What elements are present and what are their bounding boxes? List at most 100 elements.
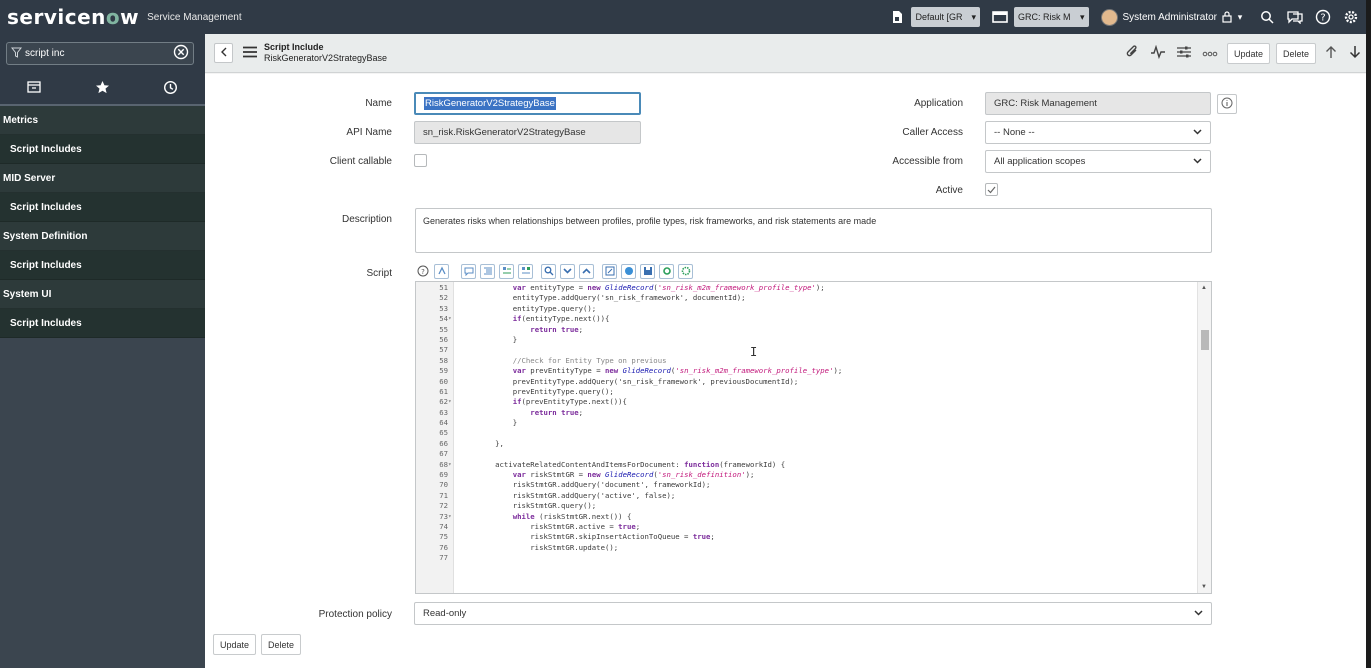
application-navigator: MetricsScript IncludesMID ServerScript I…: [0, 34, 205, 668]
line-number: 66: [439, 438, 448, 448]
clear-icon[interactable]: [173, 44, 189, 63]
tab-all-apps[interactable]: [19, 77, 49, 101]
code-lines: 51 var entityType = new GlideRecord('sn_…: [416, 283, 1198, 564]
back-button[interactable]: [214, 43, 233, 63]
name-label: Name: [365, 98, 392, 109]
fullscreen-icon[interactable]: [678, 263, 693, 279]
nav-module-script-includes[interactable]: Script Includes: [0, 135, 205, 164]
description-field[interactable]: Generates risks when relationships betwe…: [415, 208, 1212, 253]
code-line: 59 var prevEntityType = new GlideRecord(…: [416, 366, 1198, 376]
next-record-button[interactable]: [1346, 45, 1364, 63]
comment-icon[interactable]: [461, 263, 476, 279]
filter-input[interactable]: [25, 48, 173, 59]
tab-favorites[interactable]: [87, 77, 117, 101]
scroll-up-icon[interactable]: ▲: [1201, 285, 1207, 291]
navigator-filter[interactable]: [6, 42, 194, 65]
bottom-update-button[interactable]: Update: [213, 634, 257, 655]
gear-icon[interactable]: [1342, 8, 1360, 26]
nav-module-script-includes[interactable]: Script Includes: [0, 251, 205, 280]
code-text: var entityType = new GlideRecord('sn_ris…: [512, 283, 825, 292]
accessible-from-label: Accessible from: [892, 156, 963, 167]
line-number: 71: [439, 490, 448, 500]
user-name[interactable]: System Administrator: [1123, 12, 1217, 23]
personalize-form-button[interactable]: [1175, 45, 1193, 63]
save-icon[interactable]: [640, 263, 655, 279]
script-debugger-icon[interactable]: [602, 263, 617, 279]
scrollbar-thumb[interactable]: [1201, 330, 1209, 350]
script-settings-icon[interactable]: [659, 263, 674, 279]
application-picker[interactable]: GRC: Risk M ▾: [1013, 7, 1089, 27]
line-number: 69: [439, 470, 448, 480]
nav-module-script-includes[interactable]: Script Includes: [0, 309, 205, 338]
code-line: 56 }: [416, 335, 1198, 345]
attachment-icon: [1125, 45, 1139, 62]
nav-application[interactable]: System Definition: [0, 222, 205, 251]
line-number: 64: [439, 418, 448, 428]
tab-history[interactable]: [156, 77, 186, 101]
code-text: var prevEntityType = new GlideRecord('sn…: [512, 366, 843, 376]
code-line: 76 riskStmtGR.update();: [416, 543, 1198, 553]
chevron-down-icon: [1193, 127, 1202, 138]
line-number: 70: [439, 480, 448, 490]
previous-record-button[interactable]: [1322, 45, 1340, 63]
active-checkbox[interactable]: [985, 183, 998, 196]
client-callable-checkbox[interactable]: [414, 154, 427, 167]
activity-button[interactable]: [1149, 44, 1167, 63]
replace-all-icon[interactable]: [518, 263, 533, 279]
code-line: 55 return true;: [416, 325, 1198, 335]
nav-application[interactable]: System UI: [0, 280, 205, 309]
nav-application[interactable]: MID Server: [0, 164, 205, 193]
code-line: 68 ▾ activateRelatedContentAndItemsForDoc…: [416, 460, 1198, 470]
avatar[interactable]: [1100, 8, 1118, 26]
search-icon[interactable]: [1258, 8, 1276, 26]
format-code-icon[interactable]: [480, 263, 495, 279]
more-options-button[interactable]: [1201, 45, 1219, 63]
code-text: entityType.addQuery('sn_risk_framework',…: [460, 293, 746, 303]
code-text: var riskStmtGR = new GlideRecord('sn_ris…: [512, 470, 755, 480]
nav-module-script-includes[interactable]: Script Includes: [0, 193, 205, 222]
search-icon[interactable]: [541, 263, 556, 279]
code-text: entityType.query();: [460, 303, 597, 313]
product-name: Service Management: [147, 11, 242, 23]
context-menu-button[interactable]: [242, 46, 258, 61]
bottom-delete-button[interactable]: Delete: [261, 634, 302, 655]
nav-application[interactable]: Metrics: [0, 106, 205, 135]
caller-access-value: -- None --: [994, 127, 1035, 138]
chevron-down-icon: ▾: [971, 11, 976, 22]
application-icon[interactable]: [991, 8, 1009, 26]
code-text: riskStmtGR.active = true;: [460, 521, 641, 531]
help-icon[interactable]: ?: [1314, 8, 1332, 26]
chat-icon[interactable]: [1286, 8, 1304, 26]
name-field[interactable]: RiskGeneratorV2StrategyBase: [414, 92, 641, 115]
help-icon[interactable]: ?: [415, 264, 430, 279]
table-label: Script Include: [264, 42, 324, 52]
delete-button[interactable]: Delete: [1275, 43, 1316, 64]
find-next-icon[interactable]: [560, 263, 575, 279]
servicenow-logo[interactable]: servicenow: [7, 5, 139, 29]
filter-bar: [0, 34, 205, 73]
editor-scrollbar[interactable]: ▲ ▼: [1197, 282, 1211, 593]
code-text: }: [460, 334, 518, 344]
update-set-icon[interactable]: [888, 8, 906, 26]
script-editor[interactable]: 51 var entityType = new GlideRecord('sn_…: [415, 281, 1212, 594]
update-set-picker[interactable]: Default [GR ▾: [911, 7, 980, 27]
lock-icon: [1221, 8, 1233, 26]
update-button[interactable]: Update: [1226, 43, 1270, 64]
line-number: 52: [439, 293, 448, 303]
chevron-down-icon[interactable]: ▾: [1235, 8, 1245, 26]
toggle-syntax-icon[interactable]: [434, 263, 449, 279]
syntax-check-icon[interactable]: [621, 263, 636, 279]
caller-access-select[interactable]: -- None --: [985, 121, 1211, 144]
accessible-from-select[interactable]: All application scopes: [985, 150, 1211, 173]
scroll-down-icon[interactable]: ▼: [1201, 584, 1207, 590]
protection-policy-select[interactable]: Read-only: [414, 602, 1212, 625]
find-previous-icon[interactable]: [579, 263, 594, 279]
info-button[interactable]: [1217, 94, 1237, 114]
line-number: 53: [439, 303, 448, 313]
code-line: 54 ▾ if(entityType.next()){: [416, 314, 1198, 324]
line-number: 51: [439, 283, 448, 292]
replace-icon[interactable]: [499, 263, 514, 279]
history-icon: [163, 80, 178, 98]
attachment-button[interactable]: [1123, 45, 1141, 63]
